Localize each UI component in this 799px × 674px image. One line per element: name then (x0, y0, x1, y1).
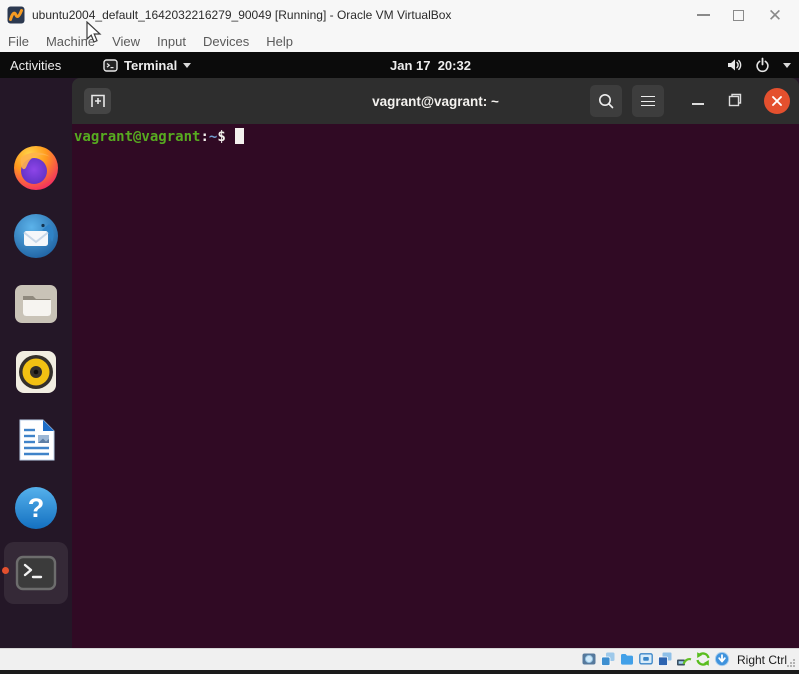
window-menu-button[interactable] (632, 85, 664, 117)
focused-app-menu[interactable]: Terminal (103, 52, 191, 78)
dock-item-firefox[interactable] (12, 144, 60, 192)
gnome-topbar: Activities Terminal Jan 17 20:32 (0, 52, 799, 78)
dock-item-libreoffice-writer[interactable] (12, 416, 60, 464)
focused-app-label: Terminal (124, 58, 177, 73)
svg-text:?: ? (28, 493, 45, 523)
dock-item-thunderbird[interactable] (12, 212, 60, 260)
terminal-close-button[interactable] (764, 88, 790, 114)
hamburger-icon (641, 96, 655, 106)
firefox-icon (12, 144, 60, 192)
close-icon: ✕ (768, 7, 782, 24)
display-icon[interactable] (638, 651, 654, 667)
dock-item-help[interactable]: ? (12, 484, 60, 532)
volume-icon (726, 57, 742, 73)
host-maximize-button[interactable] (721, 0, 755, 30)
rhythmbox-icon (12, 348, 60, 396)
mouse-cursor (85, 21, 103, 45)
mouse-integration-icon[interactable] (714, 651, 730, 667)
power-icon (755, 57, 770, 73)
prompt-user-host: vagrant@vagrant (74, 129, 200, 145)
minimize-icon (697, 14, 710, 16)
running-indicator-dot (2, 567, 9, 574)
activities-button[interactable]: Activities (10, 52, 61, 78)
host-minimize-button[interactable] (686, 0, 720, 30)
shared-folders-icon[interactable] (619, 651, 635, 667)
terminal-title: vagrant@vagrant: ~ (72, 78, 799, 124)
dock-item-rhythmbox[interactable] (12, 348, 60, 396)
optical-drives-icon[interactable] (600, 651, 616, 667)
dock-item-files[interactable] (12, 280, 60, 328)
status-icon-row (581, 651, 730, 667)
menu-input[interactable]: Input (157, 34, 186, 49)
terminal-cursor (235, 128, 244, 144)
chevron-down-icon (183, 63, 191, 68)
clock[interactable]: Jan 17 20:32 (390, 52, 471, 78)
search-icon (597, 92, 615, 110)
system-tray[interactable] (726, 52, 791, 78)
prompt-symbol: $ (217, 129, 225, 145)
terminal-screen[interactable]: vagrant@vagrant:~$ (72, 124, 799, 648)
vbox-statusbar: Right Ctrl (0, 648, 799, 670)
dock: ? (0, 78, 72, 648)
host-close-button[interactable]: ✕ (758, 0, 792, 30)
vbox-titlebar[interactable]: ubuntu2004_default_1642032216279_90049 [… (0, 0, 799, 30)
shared-clipboard-icon[interactable] (657, 651, 673, 667)
bottom-edge-strip (0, 670, 799, 674)
maximize-icon (733, 10, 744, 21)
terminal-icon (15, 555, 57, 591)
libreoffice-writer-icon (12, 416, 60, 464)
window-title: ubuntu2004_default_1642032216279_90049 [… (32, 8, 451, 22)
help-icon: ? (12, 484, 60, 532)
hard-disk-icon[interactable] (581, 651, 597, 667)
network-icon[interactable] (676, 651, 692, 667)
host-key-label: Right Ctrl (737, 653, 787, 667)
resize-grip[interactable] (786, 658, 796, 668)
dock-item-terminal[interactable] (4, 542, 68, 604)
vm-display[interactable]: Activities Terminal Jan 17 20:32 (0, 52, 799, 648)
session-features-icon[interactable] (695, 651, 711, 667)
chevron-down-icon (783, 63, 791, 68)
terminal-restore-button[interactable] (728, 93, 742, 112)
thunderbird-icon (12, 212, 60, 260)
restore-icon (728, 93, 742, 107)
terminal-small-icon (103, 59, 118, 72)
virtualbox-logo-icon (7, 6, 25, 24)
terminal-headerbar[interactable]: vagrant@vagrant: ~ (72, 78, 799, 124)
menu-help[interactable]: Help (266, 34, 293, 49)
shell-prompt: vagrant@vagrant:~$ (74, 128, 799, 146)
terminal-window: vagrant@vagrant: ~ (72, 78, 799, 648)
files-icon (12, 280, 60, 328)
search-button[interactable] (590, 85, 622, 117)
menu-file[interactable]: File (8, 34, 29, 49)
prompt-separator: : (200, 129, 208, 145)
vbox-menubar: File Machine View Input Devices Help (0, 30, 799, 52)
menu-view[interactable]: View (112, 34, 140, 49)
menu-devices[interactable]: Devices (203, 34, 249, 49)
terminal-minimize-button[interactable] (692, 103, 704, 105)
close-icon (771, 95, 783, 107)
